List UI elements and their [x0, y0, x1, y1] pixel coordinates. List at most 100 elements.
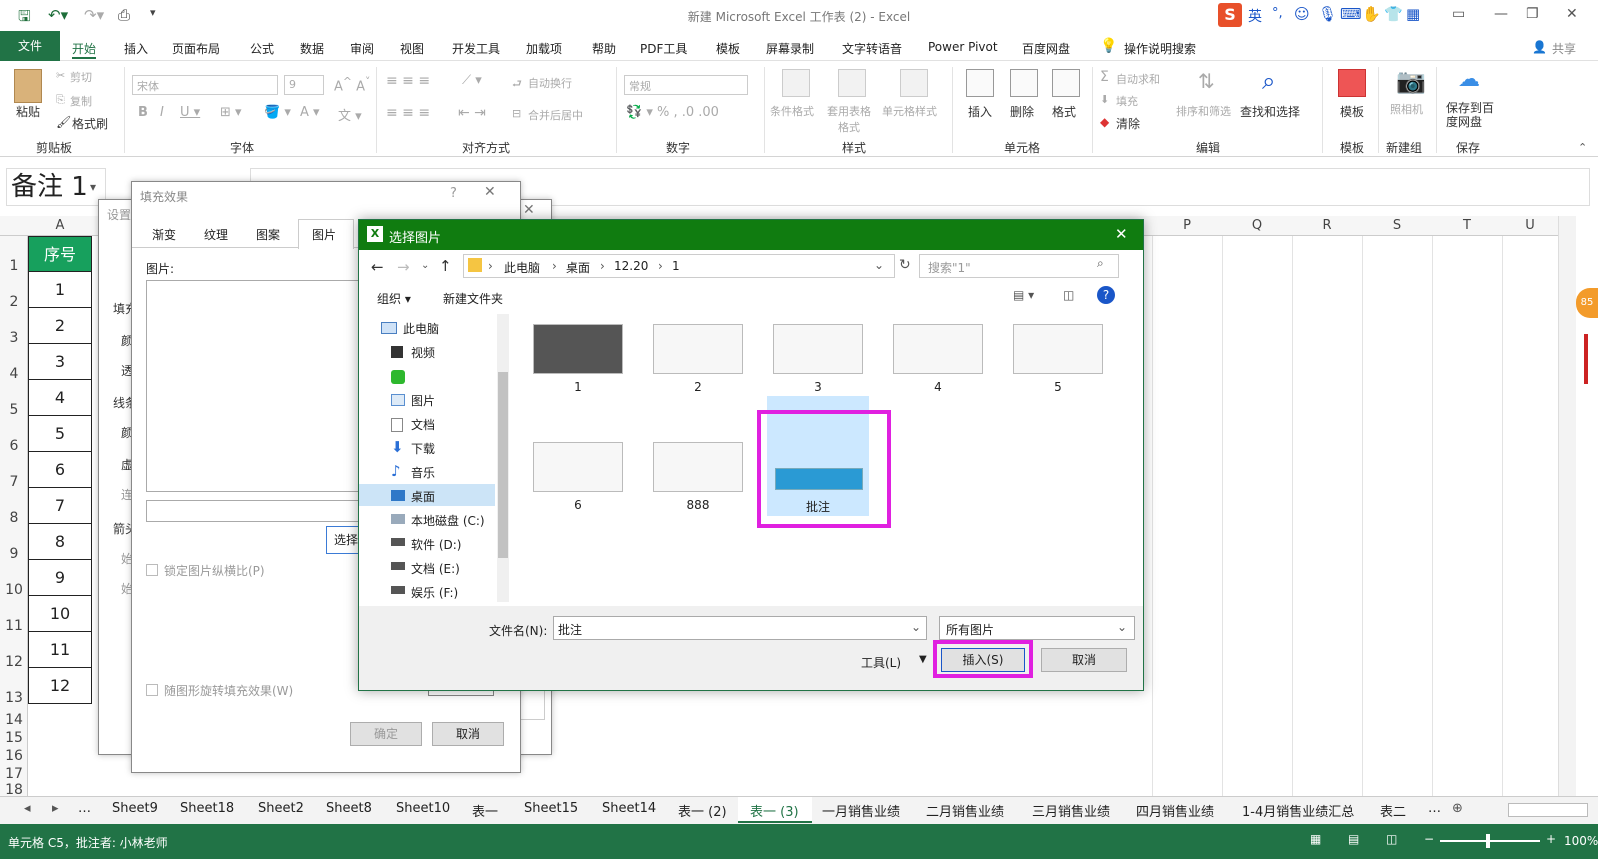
- name-box-dropdown-icon[interactable]: ▾: [90, 180, 96, 194]
- row-header[interactable]: 12: [0, 654, 28, 670]
- number-format-combo[interactable]: 常规: [624, 75, 748, 95]
- align-top-icon[interactable]: ≡ ≡ ≡: [386, 73, 430, 89]
- close-icon[interactable]: ✕: [484, 184, 496, 200]
- tab-formulas[interactable]: 公式: [250, 40, 274, 57]
- tab-tts[interactable]: 文字转语音: [842, 40, 902, 57]
- filename-input[interactable]: 批注: [553, 616, 927, 640]
- tab-help[interactable]: 帮助: [592, 40, 616, 57]
- copy-button[interactable]: 复制: [70, 93, 92, 109]
- row-header[interactable]: 10: [0, 582, 28, 598]
- breadcrumb-item[interactable]: 此电脑: [504, 259, 540, 276]
- row-header[interactable]: 9: [0, 546, 28, 562]
- row-header[interactable]: 4: [0, 366, 28, 382]
- font-color-icon[interactable]: A ▾: [300, 105, 320, 120]
- collapse-ribbon-icon[interactable]: ⌃: [1578, 141, 1587, 154]
- orientation-icon[interactable]: ⟋ ▾: [462, 73, 482, 88]
- conditional-format-button[interactable]: 条件格式: [770, 103, 814, 119]
- organize-button[interactable]: 组织 ▾: [377, 290, 411, 307]
- up-icon[interactable]: ↑: [439, 257, 452, 275]
- tools-dropdown-icon[interactable]: ▼: [919, 654, 927, 665]
- cancel-button[interactable]: 取消: [432, 722, 504, 746]
- sheet-tab[interactable]: Sheet2: [258, 801, 304, 816]
- italic-icon[interactable]: I: [160, 105, 164, 120]
- sheet-tab[interactable]: Sheet9: [112, 801, 158, 816]
- grid-icon[interactable]: ▦: [1406, 5, 1420, 23]
- row-header[interactable]: 15: [0, 730, 28, 746]
- sheet-tab[interactable]: Sheet10: [396, 801, 450, 816]
- underline-icon[interactable]: U ▾: [180, 105, 200, 120]
- nav-drive-d[interactable]: 软件 (D:): [411, 536, 461, 553]
- table-cell[interactable]: 8: [28, 524, 92, 560]
- insert-cells-button[interactable]: 插入: [968, 103, 992, 120]
- row-header[interactable]: 7: [0, 474, 28, 490]
- fill-button[interactable]: 填充: [1116, 93, 1138, 109]
- minimize-icon[interactable]: —: [1494, 6, 1508, 22]
- tab-review[interactable]: 审阅: [350, 40, 374, 57]
- table-cell[interactable]: 1: [28, 272, 92, 308]
- nav-drive-f[interactable]: 娱乐 (F:): [411, 584, 458, 601]
- row-header[interactable]: 2: [0, 294, 28, 310]
- row-header[interactable]: 13: [0, 690, 28, 706]
- format-table-button[interactable]: 套用表格格式: [824, 103, 874, 135]
- row-header[interactable]: 11: [0, 618, 28, 634]
- eraser-icon[interactable]: ◆: [1100, 115, 1109, 129]
- sheet-tab[interactable]: Sheet14: [602, 801, 656, 816]
- recent-icon[interactable]: ⌄: [421, 260, 429, 271]
- search-input[interactable]: 搜索"1": [919, 254, 1119, 278]
- tools-icon[interactable]: ✋: [1362, 5, 1381, 23]
- nav-videos[interactable]: 视频: [411, 344, 435, 361]
- column-header[interactable]: P: [1152, 216, 1222, 236]
- sort-filter-icon[interactable]: ⇅: [1198, 69, 1215, 93]
- indent-icon[interactable]: ⇤ ⇥: [458, 105, 486, 121]
- insert-cells-icon[interactable]: [966, 69, 994, 97]
- next-sheet-icon[interactable]: ▸: [52, 801, 59, 816]
- mic-icon[interactable]: 🎙: [1318, 5, 1337, 23]
- tab-screen-record[interactable]: 屏幕录制: [766, 40, 814, 57]
- zoom-level[interactable]: 100%: [1564, 834, 1598, 848]
- table-cell[interactable]: 10: [28, 596, 92, 632]
- nav-desktop[interactable]: 桌面: [411, 488, 435, 505]
- sheet-tab[interactable]: Sheet8: [326, 801, 372, 816]
- sheet-tab[interactable]: Sheet15: [524, 801, 578, 816]
- float-widget-icon[interactable]: 85: [1576, 288, 1598, 318]
- table-cell[interactable]: 3: [28, 344, 92, 380]
- format-cells-icon[interactable]: [1052, 69, 1080, 97]
- nav-drive-e[interactable]: 文档 (E:): [411, 560, 460, 577]
- file-thumbnail[interactable]: [653, 442, 743, 492]
- tab-data[interactable]: 数据: [300, 40, 324, 57]
- close-icon[interactable]: ✕: [1115, 225, 1128, 243]
- nav-downloads[interactable]: 下载: [411, 440, 435, 457]
- tab-insert[interactable]: 插入: [124, 40, 148, 57]
- sheet-tab[interactable]: 四月销售业绩: [1136, 801, 1214, 820]
- border-icon[interactable]: ⊞ ▾: [220, 105, 242, 120]
- number-format-icons[interactable]: 💱 ▾ % , .0 .00: [626, 105, 719, 120]
- nav-pictures[interactable]: 图片: [411, 392, 435, 409]
- sigma-icon[interactable]: Σ: [1100, 69, 1109, 85]
- bold-icon[interactable]: B: [138, 105, 148, 120]
- view-options-icon[interactable]: ▤ ▾: [1013, 288, 1034, 302]
- ok-button[interactable]: 确定: [350, 722, 422, 746]
- sheet-tab[interactable]: 1-4月销售业绩汇总: [1242, 801, 1354, 820]
- column-header[interactable]: R: [1292, 216, 1362, 236]
- cancel-button[interactable]: 取消: [1041, 648, 1127, 672]
- file-name[interactable]: 5: [998, 380, 1118, 394]
- scissors-icon[interactable]: ✂: [56, 69, 65, 82]
- file-thumbnail[interactable]: [653, 324, 743, 374]
- page-break-view-icon[interactable]: ◫: [1386, 832, 1397, 846]
- format-table-icon[interactable]: [838, 69, 866, 97]
- zoom-in-icon[interactable]: +: [1546, 832, 1556, 846]
- camera-icon[interactable]: 📷: [1396, 67, 1426, 95]
- sort-filter-button[interactable]: 排序和筛选: [1176, 103, 1231, 119]
- magnifier-icon[interactable]: ⌕: [1262, 67, 1275, 95]
- column-header[interactable]: A: [28, 216, 92, 236]
- format-painter-button[interactable]: 格式刷: [72, 115, 108, 132]
- more-sheets-button[interactable]: …: [78, 801, 91, 816]
- chevron-down-icon[interactable]: ⌄: [1117, 620, 1127, 634]
- camera-button[interactable]: 照相机: [1390, 101, 1423, 117]
- nav-scrollbar-thumb[interactable]: [498, 372, 508, 558]
- align-left-icon[interactable]: ≡ ≡ ≡: [386, 105, 430, 121]
- chevron-down-icon[interactable]: ⌄: [874, 258, 884, 272]
- tab-addins[interactable]: 加载项: [526, 40, 562, 57]
- font-name-combo[interactable]: 宋体: [132, 75, 278, 95]
- nav-drive-c[interactable]: 本地磁盘 (C:): [411, 512, 485, 529]
